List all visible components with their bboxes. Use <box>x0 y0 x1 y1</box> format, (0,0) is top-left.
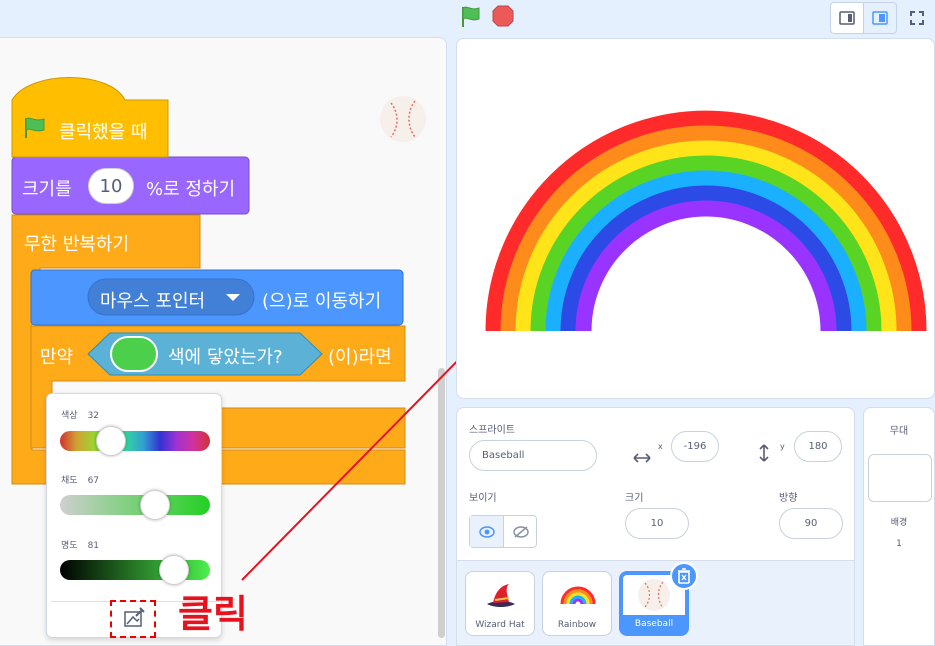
sprite-name: Rainbow <box>557 620 597 630</box>
click-annotation: 클릭 <box>178 592 248 636</box>
show-toggle <box>469 515 537 548</box>
show-button[interactable] <box>470 516 504 547</box>
sprite-list: Wizard Hat Rainbow Baseball <box>457 560 854 645</box>
size-input-field[interactable]: 10 <box>625 508 689 539</box>
size-label: 크기 <box>625 493 644 504</box>
x-input[interactable]: -196 <box>671 431 719 462</box>
backdrop-count: 1 <box>896 539 902 549</box>
sprite-tile-rainbow[interactable]: Rainbow <box>542 571 612 636</box>
sprite-name-input[interactable]: Baseball <box>469 440 597 471</box>
stage[interactable] <box>456 38 935 399</box>
sprite-name: Baseball <box>634 619 674 629</box>
direction-label: 방향 <box>779 493 798 504</box>
y-input[interactable]: 180 <box>794 431 842 462</box>
x-arrows-icon <box>633 448 651 467</box>
rainbow-icon <box>560 586 596 605</box>
sprite-tile-wizard-hat[interactable]: Wizard Hat <box>465 571 535 636</box>
delete-sprite-button[interactable] <box>670 562 698 590</box>
wizard-hat-icon <box>487 584 515 607</box>
y-label: y <box>780 442 785 451</box>
rainbow-sprite[interactable] <box>457 39 935 399</box>
x-label: x <box>658 442 663 451</box>
stage-title: 무대 <box>889 426 909 437</box>
y-arrows-icon <box>759 444 769 466</box>
trash-icon <box>678 568 690 584</box>
baseball-icon <box>638 579 670 611</box>
direction-input[interactable]: 90 <box>779 508 843 539</box>
eye-icon <box>478 525 495 538</box>
stage-thumbnail[interactable] <box>868 454 932 502</box>
eye-slash-icon <box>512 525 529 538</box>
stage-selector[interactable]: 무대 배경 1 <box>863 407 935 646</box>
sprite-info-panel: 스프라이트 Baseball x -196 y 180 보이기 크기 10 방향… <box>456 407 855 646</box>
hide-button[interactable] <box>504 516 537 547</box>
show-label: 보이기 <box>469 493 497 504</box>
sprite-name: Wizard Hat <box>475 620 525 630</box>
backdrop-label: 배경 <box>890 518 908 528</box>
sprite-label: 스프라이트 <box>469 425 515 436</box>
